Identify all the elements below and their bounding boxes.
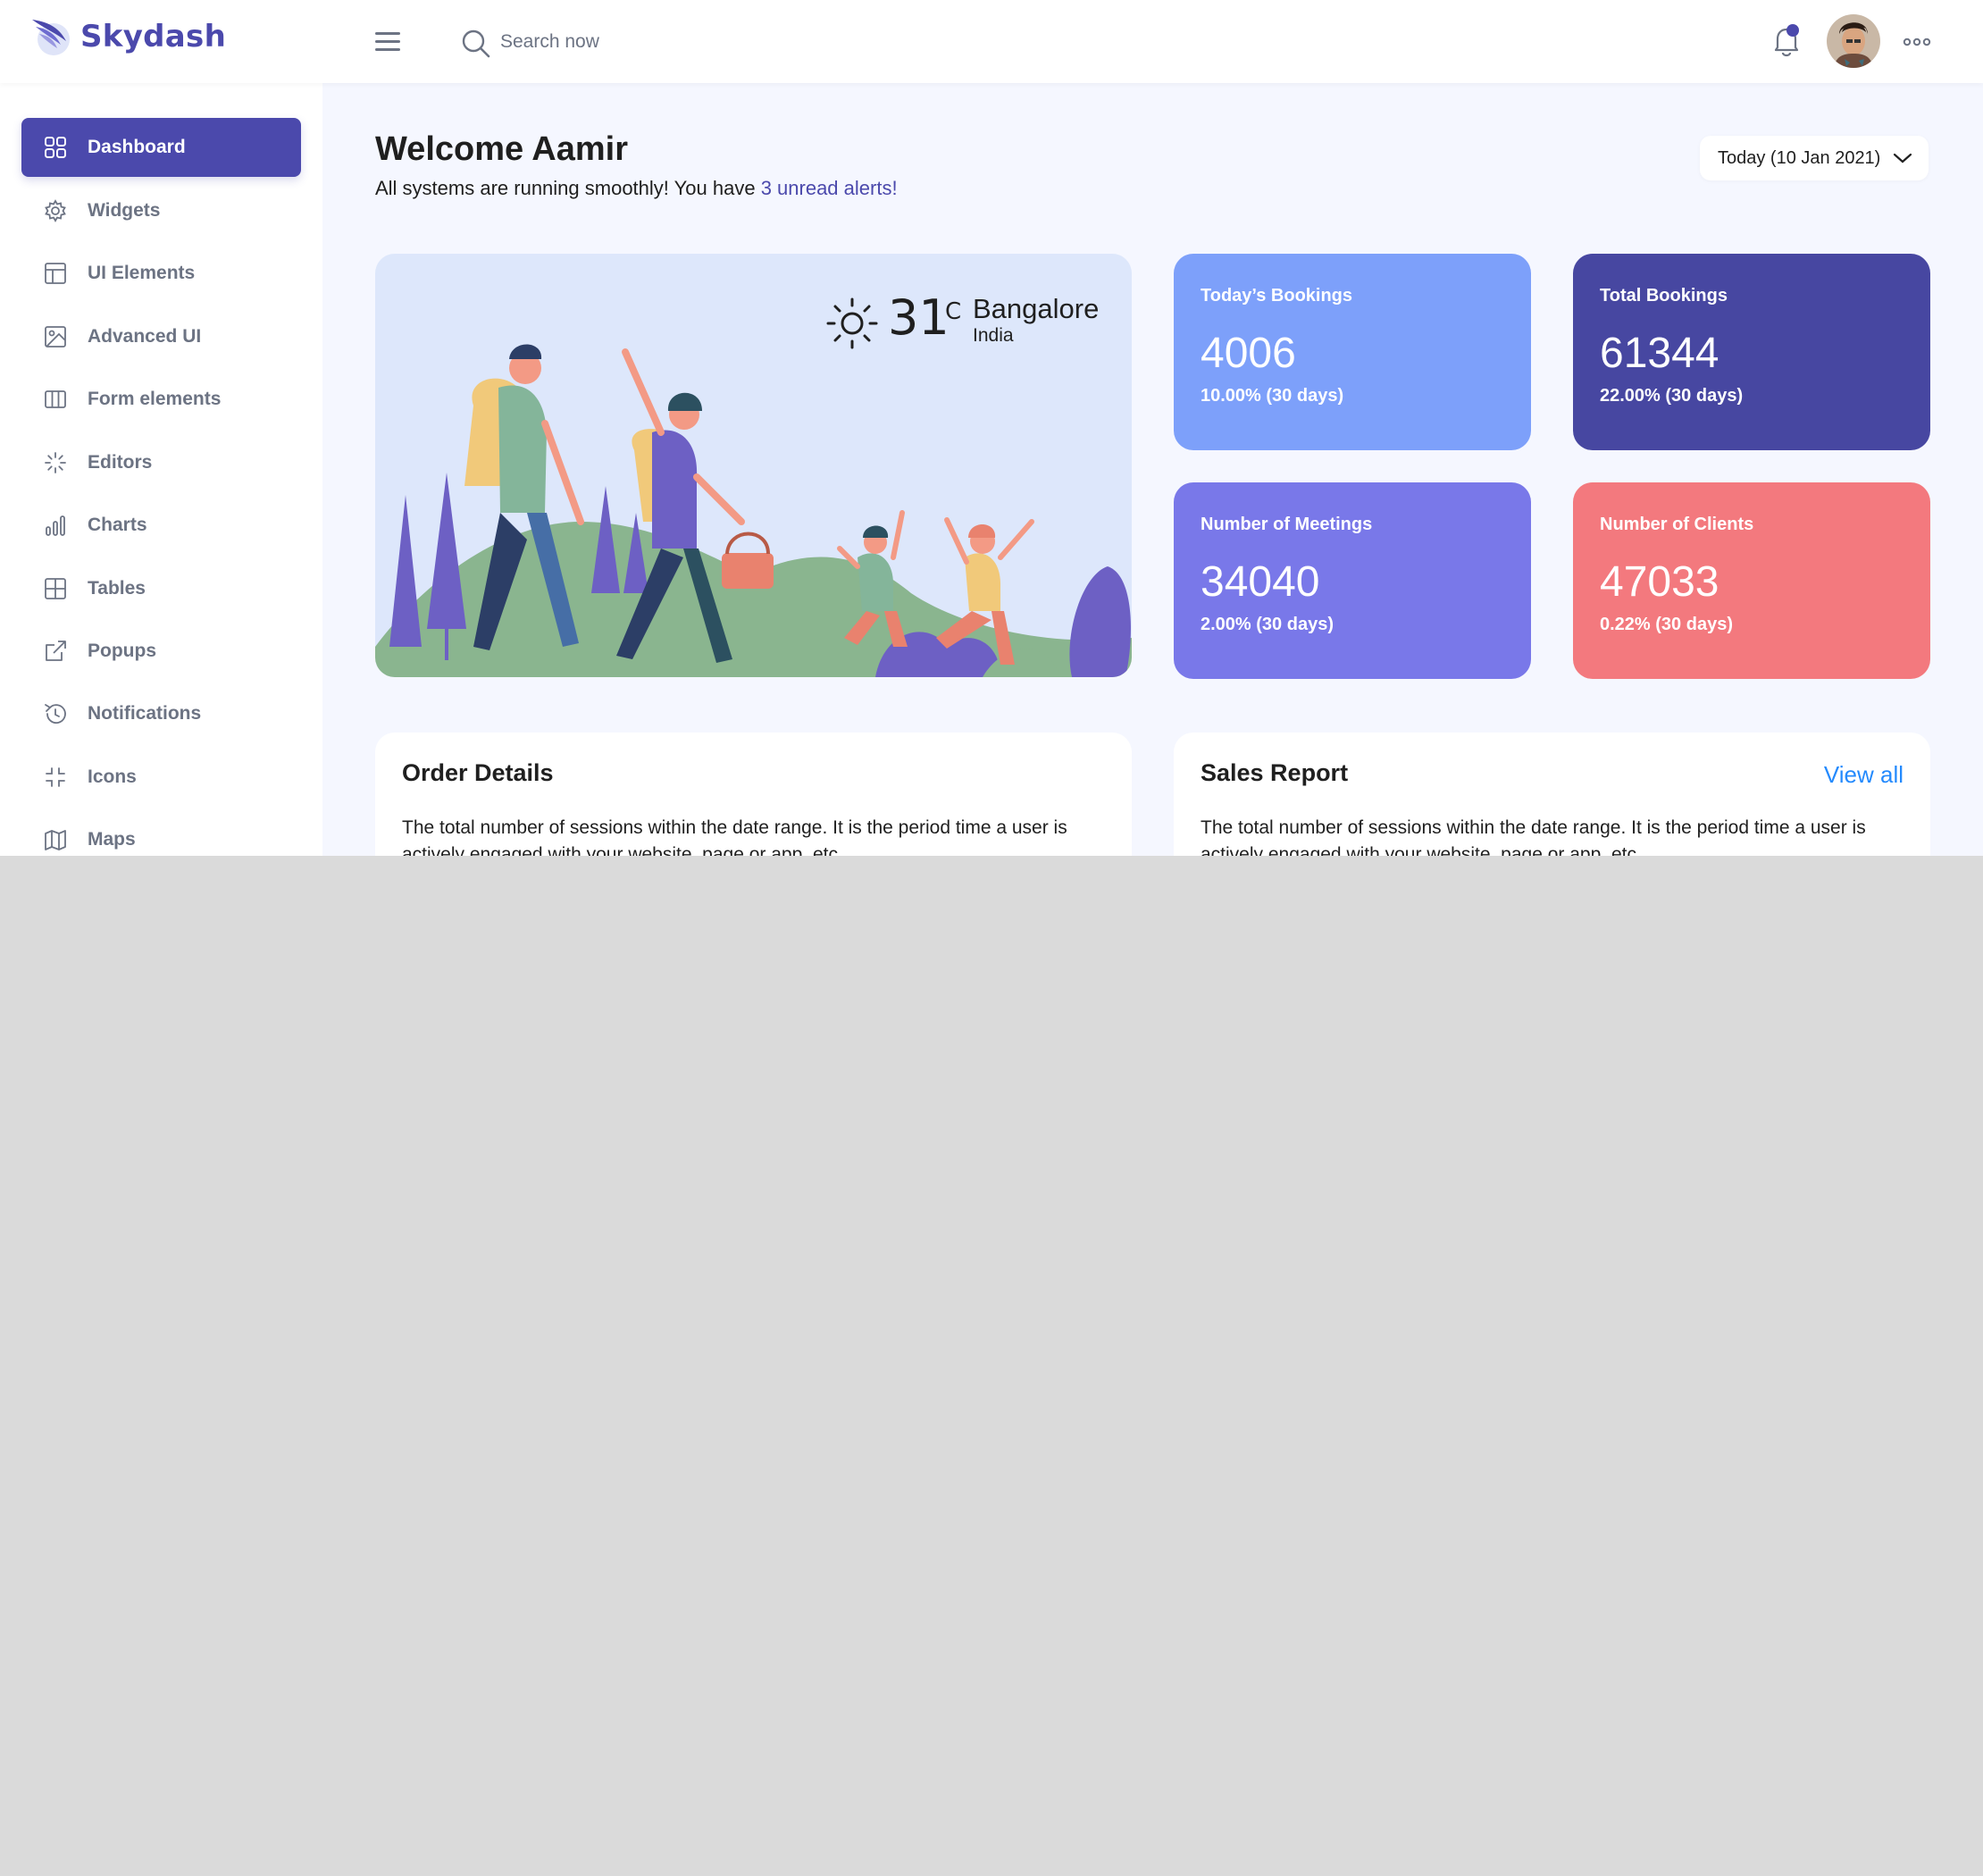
stat-title: Number of Clients (1600, 515, 1754, 534)
external-link-icon (46, 641, 66, 661)
bell-icon[interactable] (1769, 23, 1804, 61)
sidebar-item-popups[interactable]: Popups (21, 622, 301, 681)
sidebar-item-advanced-ui[interactable]: Advanced UI (21, 307, 301, 366)
sidebar-item-editors[interactable]: Editors (21, 433, 301, 492)
sidebar-item-label: UI Elements (88, 263, 196, 283)
weather-city: Bangalore (973, 293, 1100, 324)
stat-value: 4006 (1201, 330, 1296, 377)
more-options-icon[interactable] (1903, 34, 1931, 50)
card-title: Order Details (402, 759, 554, 786)
stat-title: Number of Meetings (1201, 515, 1373, 534)
stat-change: 2.00% (30 days) (1201, 615, 1334, 634)
stat-value: 47033 (1600, 558, 1719, 606)
map-icon (45, 830, 66, 850)
avatar[interactable] (1827, 14, 1880, 68)
sidebar-item-label: Tables (88, 578, 146, 599)
layout-icon (45, 263, 66, 284)
stat-value: 61344 (1600, 330, 1719, 377)
brand[interactable]: Skydash (30, 14, 226, 59)
sidebar-item-label: Maps (88, 829, 136, 850)
stat-card-total-bookings[interactable]: Total Bookings 61344 22.00% (30 days) (1573, 254, 1930, 450)
sidebar-item-label: Icons (88, 766, 137, 787)
sales-report-card: Sales Report View all The total number o… (1174, 733, 1930, 856)
sidebar-item-label: Editors (88, 452, 153, 473)
avatar-image (1827, 14, 1880, 68)
weather-temperature: 31 (888, 289, 950, 346)
weather-unit: C (945, 298, 962, 325)
search-icon[interactable] (461, 29, 491, 59)
stat-title: Total Bookings (1600, 286, 1728, 306)
date-filter-label: Today (10 Jan 2021) (1718, 147, 1881, 168)
stat-card-number-of-meetings[interactable]: Number of Meetings 34040 2.00% (30 days) (1174, 482, 1531, 679)
gear-icon (45, 199, 66, 222)
stat-value: 34040 (1201, 558, 1320, 606)
sidebar-item-label: Form elements (88, 389, 222, 409)
card-description: The total number of sessions within the … (402, 817, 1067, 856)
sidebar-item-label: Widgets (88, 200, 161, 221)
order-details-card: Order Details The total number of sessio… (375, 733, 1132, 856)
sidebar-item-icons[interactable]: Icons (21, 748, 301, 807)
top-navbar: Skydash (0, 0, 1983, 83)
chevron-down-icon (1894, 153, 1912, 163)
columns-icon (45, 390, 66, 408)
bar-chart-icon (46, 515, 65, 536)
sidebar-item-label: Advanced UI (88, 326, 202, 347)
stat-change: 22.00% (30 days) (1600, 386, 1744, 406)
sidebar-item-label: Popups (88, 641, 156, 661)
search-input[interactable] (500, 23, 804, 61)
sidebar-item-label: Notifications (88, 703, 202, 724)
sidebar-item-label: Dashboard (88, 137, 186, 157)
grid-icon (45, 137, 66, 158)
history-icon (45, 704, 66, 724)
status-text: All systems are running smoothly! You ha… (375, 177, 761, 199)
image-icon (45, 326, 66, 348)
stat-change: 0.22% (30 days) (1600, 615, 1733, 634)
weather-card: 31 C Bangalore India (375, 254, 1132, 677)
status-message: All systems are running smoothly! You ha… (375, 177, 898, 200)
card-title: Sales Report (1201, 759, 1349, 786)
stat-title: Today’s Bookings (1201, 286, 1353, 306)
card-description: The total number of sessions within the … (1201, 817, 1866, 856)
sidebar-item-dashboard[interactable]: Dashboard (21, 118, 301, 177)
sidebar-item-ui-elements[interactable]: UI Elements (21, 244, 301, 303)
stat-card-todays-bookings[interactable]: Today’s Bookings 4006 10.00% (30 days) (1174, 254, 1531, 450)
sidebar-item-form-elements[interactable]: Form elements (21, 370, 301, 429)
sun-icon (826, 297, 878, 349)
app-window: Skydash Search now Dashboard Widgets UI … (0, 0, 1983, 856)
stat-change: 10.00% (30 days) (1201, 386, 1344, 406)
sidebar-item-label: Charts (88, 515, 147, 535)
page-title: Welcome Aamir (375, 130, 628, 168)
sidebar-item-tables[interactable]: Tables (21, 559, 301, 618)
unread-alerts-link[interactable]: 3 unread alerts! (761, 177, 898, 199)
sidebar-item-maps[interactable]: Maps (21, 810, 301, 856)
minimize-icon (46, 767, 65, 787)
stat-card-number-of-clients[interactable]: Number of Clients 47033 0.22% (30 days) (1573, 482, 1930, 679)
weather-country: India (973, 325, 1014, 346)
sidebar-item-notifications[interactable]: Notifications (21, 684, 301, 743)
sidebar-item-charts[interactable]: Charts (21, 496, 301, 555)
menu-toggle-icon[interactable] (375, 32, 400, 52)
date-filter-dropdown[interactable]: Today (10 Jan 2021) (1700, 136, 1929, 180)
view-all-link[interactable]: View all (1824, 761, 1904, 789)
brand-name: Skydash (80, 19, 227, 54)
loader-icon (45, 452, 66, 473)
brand-logo-icon (32, 20, 70, 55)
sidebar: Dashboard Widgets UI Elements Advanced U… (0, 83, 322, 856)
sidebar-item-widgets[interactable]: Widgets (21, 181, 301, 240)
table-icon (45, 578, 66, 599)
